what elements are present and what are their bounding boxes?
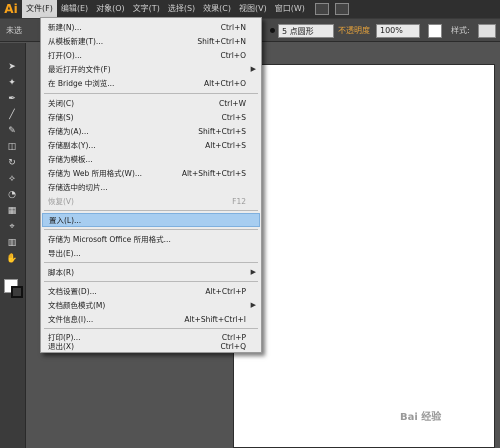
menu-item-place[interactable]: 置入(L)... bbox=[42, 213, 260, 227]
menu-type[interactable]: 文字(T) bbox=[129, 0, 164, 18]
paintbrush-icon[interactable]: ✎ bbox=[4, 125, 20, 137]
opacity-input[interactable]: 100% bbox=[376, 24, 420, 38]
bridge-icon[interactable] bbox=[314, 3, 329, 15]
menu-item-new[interactable]: 新建(N)... Ctrl+N bbox=[42, 20, 260, 34]
menu-item-save-as[interactable]: 存储为(A)... Shift+Ctrl+S bbox=[42, 124, 260, 138]
menu-item-open[interactable]: 打开(O)... Ctrl+O bbox=[42, 48, 260, 62]
menu-item-export[interactable]: 导出(E)... bbox=[42, 246, 260, 260]
mesh-tool-icon[interactable]: ▦ bbox=[4, 205, 20, 217]
menu-item-document-color-mode[interactable]: 文档颜色模式(M) ▶ bbox=[42, 298, 260, 312]
hand-tool-icon[interactable]: ✋ bbox=[4, 253, 20, 265]
width-tool-icon[interactable]: ⟡ bbox=[4, 173, 20, 185]
menu-separator bbox=[44, 210, 258, 211]
brush-dot-icon bbox=[270, 28, 275, 33]
menu-separator bbox=[44, 281, 258, 282]
pen-tool-icon[interactable]: ✒ bbox=[4, 93, 20, 105]
selection-status: 未选 bbox=[6, 26, 22, 35]
app-logo: Ai bbox=[4, 2, 18, 16]
menu-select[interactable]: 选择(S) bbox=[164, 0, 199, 18]
submenu-arrow-icon: ▶ bbox=[250, 301, 256, 309]
selection-tool-icon[interactable]: ➤ bbox=[4, 61, 20, 73]
menu-separator bbox=[44, 328, 258, 329]
menu-file[interactable]: 文件(F) bbox=[22, 0, 57, 18]
menu-item-save-template[interactable]: 存储为模板... bbox=[42, 152, 260, 166]
menu-bar: Ai 文件(F) 编辑(E) 对象(O) 文字(T) 选择(S) 效果(C) 视… bbox=[0, 0, 500, 18]
magic-wand-icon[interactable]: ✦ bbox=[4, 77, 20, 89]
menu-object[interactable]: 对象(O) bbox=[92, 0, 129, 18]
eraser-icon[interactable]: ◫ bbox=[4, 141, 20, 153]
menu-item-save-for-web[interactable]: 存储为 Web 所用格式(W)... Alt+Shift+Ctrl+S bbox=[42, 166, 260, 180]
opacity-label[interactable]: 不透明度 bbox=[338, 25, 370, 36]
file-menu-dropdown: 新建(N)... Ctrl+N 从模板新建(T)... Shift+Ctrl+N… bbox=[40, 17, 262, 353]
menu-item-file-info[interactable]: 文件信息(I)... Alt+Shift+Ctrl+I bbox=[42, 312, 260, 326]
menu-effect[interactable]: 效果(C) bbox=[199, 0, 235, 18]
menu-item-recent-files[interactable]: 最近打开的文件(F) ▶ bbox=[42, 62, 260, 76]
menu-item-save-ms-office[interactable]: 存储为 Microsoft Office 所用格式... bbox=[42, 232, 260, 246]
menu-item-save-copy[interactable]: 存储副本(Y)... Alt+Ctrl+S bbox=[42, 138, 260, 152]
eyedropper-icon[interactable]: ⌖ bbox=[4, 221, 20, 233]
menu-item-save-slices[interactable]: 存储选中的切片... bbox=[42, 180, 260, 194]
submenu-arrow-icon: ▶ bbox=[250, 268, 256, 276]
menu-item-revert: 恢复(V) F12 bbox=[48, 196, 246, 206]
menu-item-close[interactable]: 关闭(C) Ctrl+W bbox=[42, 96, 260, 110]
artboard[interactable] bbox=[233, 64, 495, 448]
brush-definition-select[interactable]: 5 点圆形 bbox=[278, 24, 334, 38]
graphic-style-select[interactable] bbox=[478, 24, 496, 38]
menu-item-exit[interactable]: 退出(X) Ctrl+Q bbox=[42, 340, 260, 352]
style-swatch-box[interactable] bbox=[428, 24, 442, 38]
menu-item-save[interactable]: 存储(S) Ctrl+S bbox=[42, 110, 260, 124]
rotate-tool-icon[interactable]: ↻ bbox=[4, 157, 20, 169]
menu-item-scripts[interactable]: 脚本(R) ▶ bbox=[42, 265, 260, 279]
stroke-color-swatch[interactable] bbox=[11, 286, 23, 298]
arrange-documents-icon[interactable] bbox=[334, 3, 349, 15]
menu-separator bbox=[44, 262, 258, 263]
menu-separator bbox=[44, 93, 258, 94]
shape-builder-icon[interactable]: ◔ bbox=[4, 189, 20, 201]
chart-tool-icon[interactable]: ▥ bbox=[4, 237, 20, 249]
tools-panel: ➤ ✦ ✒ ╱ ✎ ◫ ↻ ⟡ ◔ ▦ ⌖ ▥ ✋ bbox=[0, 43, 26, 448]
baidu-watermark: Bai 经验 bbox=[400, 412, 442, 423]
submenu-arrow-icon: ▶ bbox=[250, 65, 256, 73]
line-tool-icon[interactable]: ╱ bbox=[4, 109, 20, 121]
menu-separator bbox=[44, 229, 258, 230]
menu-item-document-setup[interactable]: 文档设置(D)... Alt+Ctrl+P bbox=[42, 284, 260, 298]
menu-item-new-from-template[interactable]: 从模板新建(T)... Shift+Ctrl+N bbox=[42, 34, 260, 48]
menu-edit[interactable]: 编辑(E) bbox=[57, 0, 92, 18]
menu-window[interactable]: 窗口(W) bbox=[271, 0, 309, 18]
style-label: 样式: bbox=[451, 26, 470, 35]
menu-item-browse-bridge[interactable]: 在 Bridge 中浏览... Alt+Ctrl+O bbox=[42, 76, 260, 90]
menu-view[interactable]: 视图(V) bbox=[235, 0, 271, 18]
